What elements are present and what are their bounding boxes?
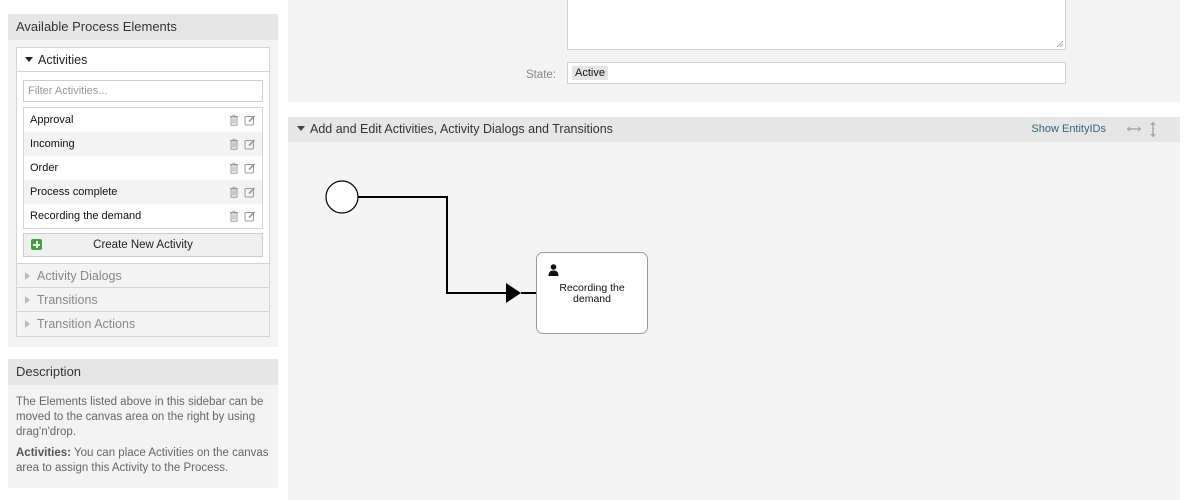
accordion-transition-actions[interactable]: Transition Actions (17, 312, 269, 336)
accordion-transitions[interactable]: Transitions (17, 288, 269, 312)
edit-icon[interactable] (244, 138, 256, 150)
description-activities-paragraph: Activities: You can place Activities on … (16, 446, 270, 476)
description-title: Description (8, 359, 278, 385)
caret-right-icon (25, 295, 30, 304)
show-entity-ids-link[interactable]: Show EntityIDs (1031, 117, 1106, 142)
canvas-resize-tools (1108, 117, 1180, 142)
filter-activities-input[interactable] (23, 80, 263, 102)
available-process-elements-title: Available Process Elements (8, 14, 278, 40)
activity-item[interactable]: Incoming (24, 132, 262, 156)
create-new-activity-label: Create New Activity (93, 239, 193, 251)
accordion-transitions-label: Transitions (37, 293, 98, 307)
activity-node-label: Recording the demand (559, 282, 625, 305)
canvas-header[interactable]: Add and Edit Activities, Activity Dialog… (288, 117, 1180, 142)
start-event[interactable] (325, 180, 359, 214)
state-label: State: (525, 69, 556, 81)
accordion-activity-dialogs-label: Activity Dialogs (37, 269, 122, 283)
main-content: State: Active Add and Edit Activities, A… (288, 0, 1180, 500)
caret-down-icon (297, 126, 305, 132)
activity-item-label: Incoming (30, 138, 75, 150)
activity-item[interactable]: Approval (24, 108, 262, 132)
activities-panel: Approval Incoming (17, 72, 269, 264)
description-textarea[interactable] (567, 0, 1066, 50)
plus-icon (31, 239, 42, 250)
trash-icon[interactable] (228, 162, 240, 174)
elements-accordion: Activities Approval Incoming (16, 47, 270, 337)
activity-list: Approval Incoming Order Process complete… (23, 107, 263, 229)
trash-icon[interactable] (228, 210, 240, 222)
activity-item-label: Order (30, 162, 59, 174)
trash-icon[interactable] (228, 186, 240, 198)
activity-item-label: Approval (30, 114, 74, 126)
state-selected-value: Active (572, 66, 608, 80)
caret-right-icon (25, 319, 30, 328)
activity-item-label: Recording the demand (30, 210, 142, 222)
arrows-horizontal-icon[interactable] (1126, 125, 1142, 133)
activity-item[interactable]: Process complete (24, 180, 262, 204)
edit-icon[interactable] (244, 186, 256, 198)
transition-connector[interactable] (358, 196, 508, 294)
available-process-elements-box: Available Process Elements Activities Ap… (8, 14, 278, 347)
resize-grip-icon[interactable] (1056, 40, 1064, 48)
caret-right-icon (25, 271, 30, 280)
description-paragraph: The Elements listed above in this sideba… (16, 396, 264, 438)
caret-down-icon (25, 57, 33, 63)
description-activities-term: Activities: (16, 447, 71, 459)
trash-icon[interactable] (228, 138, 240, 150)
process-canvas[interactable]: Recording the demand (288, 142, 1180, 500)
activity-item[interactable]: Recording the demand (24, 204, 262, 228)
arrowhead-icon (506, 283, 521, 303)
create-new-activity-button[interactable]: Create New Activity (23, 233, 263, 257)
accordion-activity-dialogs[interactable]: Activity Dialogs (17, 264, 269, 288)
edit-icon[interactable] (244, 210, 256, 222)
activity-node[interactable]: Recording the demand (536, 252, 648, 334)
description-box: Description The Elements listed above in… (8, 359, 278, 488)
accordion-activities-label: Activities (38, 53, 88, 67)
activity-item[interactable]: Order (24, 156, 262, 180)
canvas-drawing (325, 180, 536, 303)
edit-icon[interactable] (244, 162, 256, 174)
edit-icon[interactable] (244, 114, 256, 126)
state-select[interactable]: Active (567, 62, 1066, 84)
process-properties-panel: State: Active (288, 0, 1180, 102)
trash-icon[interactable] (228, 114, 240, 126)
activity-item-label: Process complete (30, 186, 118, 198)
accordion-transition-actions-label: Transition Actions (37, 317, 136, 331)
arrows-vertical-icon[interactable] (1149, 121, 1157, 138)
canvas-title: Add and Edit Activities, Activity Dialog… (310, 122, 613, 136)
user-icon (548, 264, 559, 276)
canvas-box: Add and Edit Activities, Activity Dialog… (288, 117, 1180, 500)
accordion-activities[interactable]: Activities (17, 48, 269, 72)
sidebar: Available Process Elements Activities Ap… (8, 14, 278, 488)
